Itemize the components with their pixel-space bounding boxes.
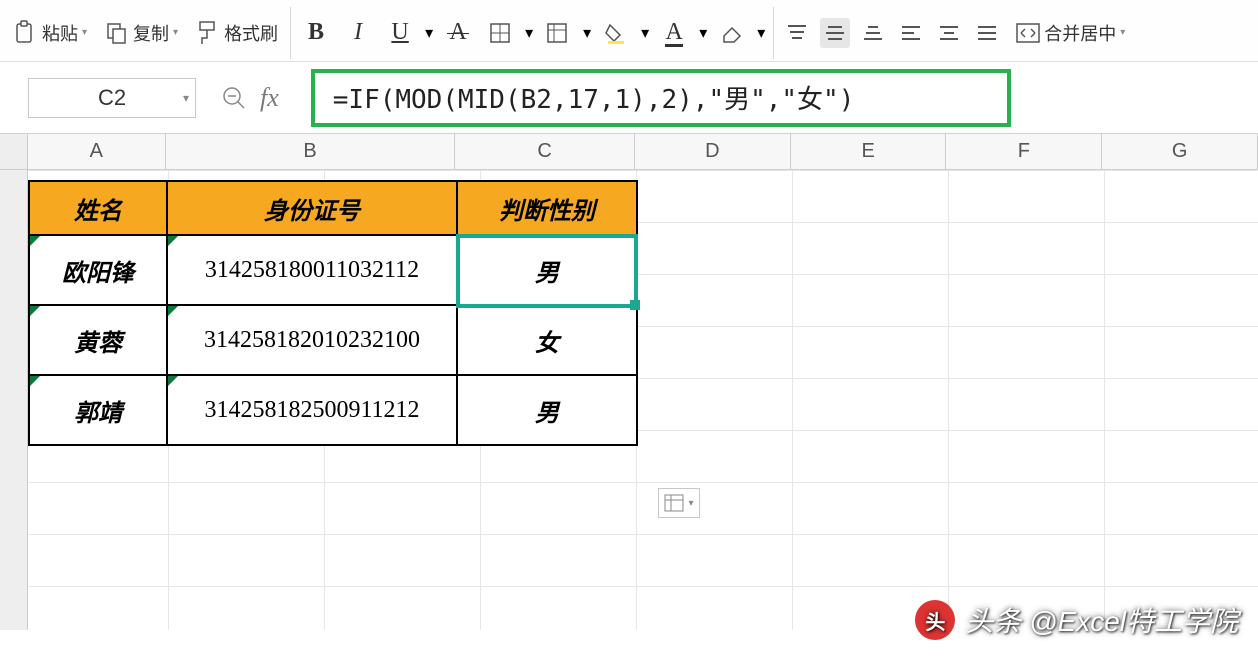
cells-area[interactable]: 姓名 身份证号 判断性别 欧阳锋 314258180011032112 男 黄蓉… <box>28 170 1258 630</box>
chevron-down-icon: ▾ <box>173 27 178 38</box>
quick-analysis-button[interactable]: ▾ <box>658 488 700 518</box>
chevron-down-icon: ▾ <box>82 27 87 38</box>
merge-icon <box>1014 19 1042 47</box>
align-justify-button[interactable] <box>972 18 1002 48</box>
strikethrough-button[interactable]: A <box>441 16 475 50</box>
col-header-D[interactable]: D <box>635 134 791 169</box>
name-box[interactable]: C2 ▾ <box>28 78 196 118</box>
format-painter-label: 格式刷 <box>224 20 278 46</box>
merge-center-label: 合并居中 <box>1044 20 1116 46</box>
table-row: 黄蓉 314258182010232100 女 <box>29 305 637 375</box>
chevron-down-icon: ▾ <box>525 23 533 43</box>
header-name[interactable]: 姓名 <box>29 181 167 235</box>
align-left-button[interactable] <box>896 18 926 48</box>
watermark: 头 头条 @Excel特工学院 <box>915 600 1238 640</box>
font-color-button[interactable]: A <box>657 16 691 50</box>
align-middle-button[interactable] <box>820 18 850 48</box>
font-group: B I U ▾ A ▾ ▾ ▾ A ▾ ▾ <box>291 7 774 59</box>
table-header-row: 姓名 身份证号 判断性别 <box>29 181 637 235</box>
chevron-down-icon: ▾ <box>1120 27 1125 38</box>
cell-C3[interactable]: 女 <box>457 305 637 375</box>
fx-label[interactable]: fx <box>260 83 279 113</box>
paste-icon <box>12 19 40 47</box>
cell-C2[interactable]: 男 <box>457 235 637 305</box>
format-painter-button[interactable]: 格式刷 <box>190 15 282 51</box>
cell-C4[interactable]: 男 <box>457 375 637 445</box>
column-headers: A B C D E F G <box>0 134 1258 170</box>
chevron-down-icon: ▾ <box>583 23 591 43</box>
chevron-down-icon: ▾ <box>183 91 189 105</box>
col-header-B[interactable]: B <box>166 134 456 169</box>
table-row: 郭靖 314258182500911212 男 <box>29 375 637 445</box>
cell-B3[interactable]: 314258182010232100 <box>167 305 457 375</box>
select-all-corner[interactable] <box>0 134 28 169</box>
header-id[interactable]: 身份证号 <box>167 181 457 235</box>
cell-A4[interactable]: 郭靖 <box>29 375 167 445</box>
bold-button[interactable]: B <box>299 16 333 50</box>
chevron-down-icon: ▾ <box>757 23 765 43</box>
paste-label: 粘贴 <box>42 20 78 46</box>
alignment-group: 合并居中 ▾ <box>774 7 1137 59</box>
formula-bar-row: C2 ▾ fx =IF(MOD(MID(B2,17,1),2),"男","女") <box>0 62 1258 134</box>
underline-button[interactable]: U <box>383 16 417 50</box>
cell-A2[interactable]: 欧阳锋 <box>29 235 167 305</box>
ribbon-toolbar: 粘贴 ▾ 复制 ▾ 格式刷 B I U ▾ A ▾ <box>0 0 1258 62</box>
format-painter-icon <box>194 19 222 47</box>
cell-A3[interactable]: 黄蓉 <box>29 305 167 375</box>
eraser-button[interactable] <box>715 16 749 50</box>
chevron-down-icon: ▾ <box>688 498 693 509</box>
spreadsheet-grid: 姓名 身份证号 判断性别 欧阳锋 314258180011032112 男 黄蓉… <box>0 170 1258 630</box>
clipboard-group: 粘贴 ▾ 复制 ▾ 格式刷 <box>0 7 291 59</box>
paste-button[interactable]: 粘贴 ▾ <box>8 15 91 51</box>
toutiao-logo-icon: 头 <box>915 600 955 640</box>
formula-value: =IF(MOD(MID(B2,17,1),2),"男","女") <box>333 79 855 116</box>
col-header-G[interactable]: G <box>1102 134 1258 169</box>
align-top-button[interactable] <box>782 18 812 48</box>
col-header-E[interactable]: E <box>791 134 947 169</box>
align-center-button[interactable] <box>934 18 964 48</box>
merge-center-button[interactable]: 合并居中 ▾ <box>1010 15 1129 51</box>
cell-style-button[interactable] <box>541 16 575 50</box>
copy-icon <box>103 19 131 47</box>
row-headers[interactable] <box>0 170 28 630</box>
header-gender[interactable]: 判断性别 <box>457 181 637 235</box>
fx-controls: fx <box>220 83 279 113</box>
chevron-down-icon: ▾ <box>699 23 707 43</box>
col-header-C[interactable]: C <box>455 134 635 169</box>
cell-B2[interactable]: 314258180011032112 <box>167 235 457 305</box>
fill-color-button[interactable] <box>599 16 633 50</box>
italic-button[interactable]: I <box>341 16 375 50</box>
border-button[interactable] <box>483 16 517 50</box>
copy-button[interactable]: 复制 ▾ <box>99 15 182 51</box>
chevron-down-icon: ▾ <box>425 23 433 43</box>
zoom-icon[interactable] <box>220 84 248 112</box>
col-header-A[interactable]: A <box>28 134 166 169</box>
copy-label: 复制 <box>133 20 169 46</box>
data-table: 姓名 身份证号 判断性别 欧阳锋 314258180011032112 男 黄蓉… <box>28 180 638 446</box>
table-row: 欧阳锋 314258180011032112 男 <box>29 235 637 305</box>
chevron-down-icon: ▾ <box>641 23 649 43</box>
cell-B4[interactable]: 314258182500911212 <box>167 375 457 445</box>
col-header-F[interactable]: F <box>946 134 1102 169</box>
align-bottom-button[interactable] <box>858 18 888 48</box>
name-box-value: C2 <box>98 85 126 111</box>
formula-input[interactable]: =IF(MOD(MID(B2,17,1),2),"男","女") <box>311 69 1011 127</box>
watermark-text: 头条 @Excel特工学院 <box>965 600 1238 640</box>
